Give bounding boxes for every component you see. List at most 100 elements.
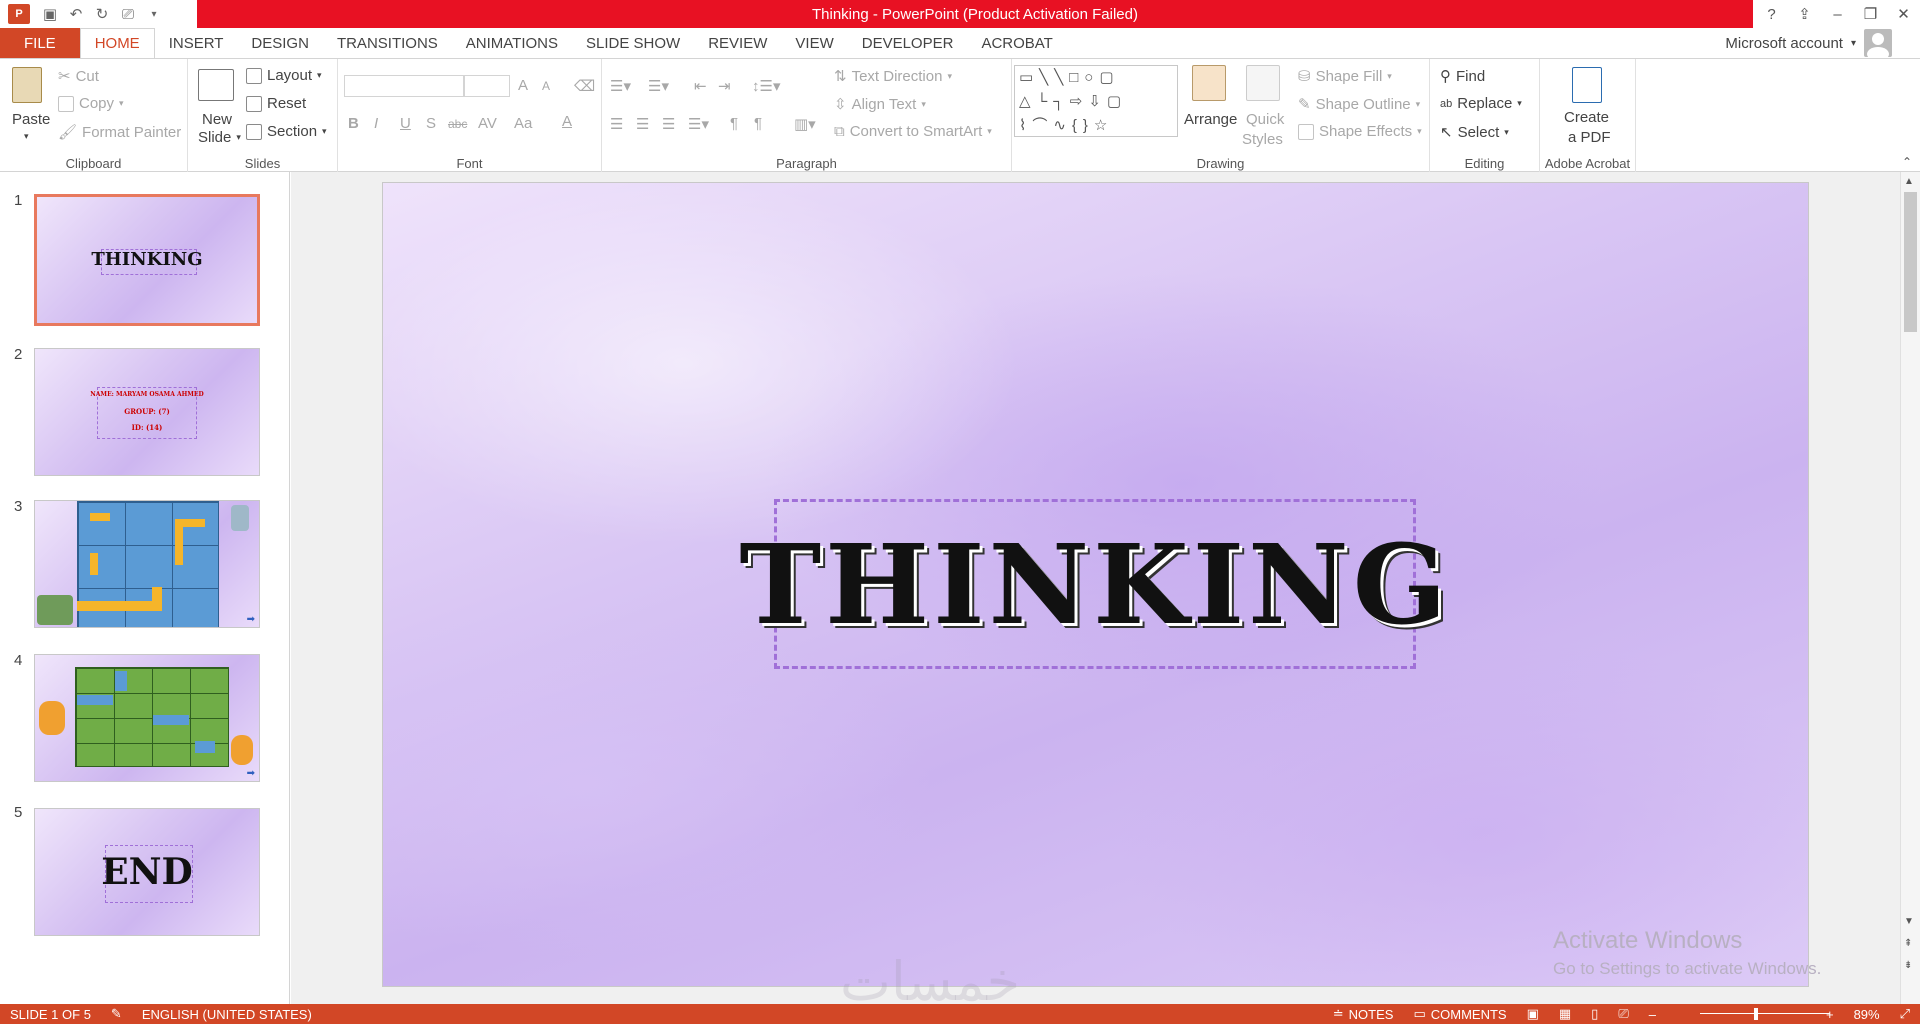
redo-icon[interactable]: ↻ — [90, 2, 114, 26]
justify-icon[interactable]: ☰▾ — [688, 115, 709, 133]
tab-file[interactable]: FILE — [0, 28, 80, 58]
select-button[interactable]: ↖ Select ▾ — [1440, 123, 1509, 142]
next-slide-icon[interactable]: ⇟ — [1904, 960, 1912, 971]
slideshow-view-icon[interactable]: ⎚ — [1608, 1006, 1638, 1022]
create-pdf-label[interactable]: a PDF — [1568, 129, 1611, 146]
paste-icon[interactable] — [12, 67, 42, 103]
quick-styles-icon[interactable] — [1246, 65, 1280, 101]
slide-thumbnail-1[interactable]: THINKING — [34, 194, 260, 326]
font-size-combo[interactable] — [464, 75, 510, 97]
start-slideshow-icon[interactable]: ⎚ — [116, 2, 140, 26]
font-name-combo[interactable] — [344, 75, 464, 97]
rtl-icon[interactable]: ¶ — [754, 115, 762, 132]
zoom-thumb[interactable] — [1754, 1008, 1758, 1020]
format-painter-button[interactable]: 🖌 Format Painter — [58, 123, 181, 142]
bullets-icon[interactable]: ☰▾ — [610, 77, 631, 95]
shape-fill-button[interactable]: ⛁ Shape Fill ▾ — [1298, 67, 1392, 86]
tab-home[interactable]: HOME — [79, 28, 155, 58]
notes-button[interactable]: ≐ NOTES — [1323, 1006, 1404, 1022]
slide-thumbnail-2[interactable]: NAME: MARYAM OSAMA AHMED GROUP: (7) ID: … — [34, 348, 260, 476]
grow-font-button[interactable]: A — [518, 77, 528, 94]
italic-button[interactable]: I — [374, 115, 378, 132]
slide-thumbnail-4[interactable]: ➡ — [34, 654, 260, 782]
spell-check-icon[interactable]: ✎ — [101, 1006, 132, 1022]
tab-animations[interactable]: ANIMATIONS — [452, 28, 572, 58]
vertical-scrollbar[interactable]: ▲ ▼ ⇞ ⇟ — [1900, 172, 1920, 1004]
reset-button[interactable]: Reset — [246, 95, 306, 112]
line-spacing-icon[interactable]: ↕☰▾ — [752, 77, 780, 95]
normal-view-icon[interactable]: ▣ — [1517, 1006, 1549, 1022]
decrease-indent-icon[interactable]: ⇤ — [694, 77, 707, 95]
account-label[interactable]: Microsoft account — [1725, 35, 1843, 52]
scroll-down-icon[interactable]: ▼ — [1904, 916, 1914, 927]
find-button[interactable]: ⚲ Find — [1440, 67, 1485, 86]
align-text-button[interactable]: ⇳ Align Text ▾ — [834, 95, 926, 114]
tab-design[interactable]: DESIGN — [237, 28, 323, 58]
scroll-up-icon[interactable]: ▲ — [1904, 176, 1914, 187]
layout-button[interactable]: Layout ▾ — [246, 67, 322, 84]
undo-icon[interactable]: ↶ — [64, 2, 88, 26]
tab-transitions[interactable]: TRANSITIONS — [323, 28, 452, 58]
ltr-icon[interactable]: ¶ — [730, 115, 738, 132]
font-color-button[interactable]: A — [562, 113, 572, 130]
tab-insert[interactable]: INSERT — [155, 28, 238, 58]
restore-button[interactable]: ❐ — [1854, 0, 1887, 28]
arrange-icon[interactable] — [1192, 65, 1226, 101]
close-button[interactable]: ✕ — [1887, 0, 1920, 28]
zoom-out-icon[interactable]: – — [1639, 1007, 1666, 1022]
slide-thumbnails-panel[interactable]: 1 THINKING 2 NAME: MARYAM OSAMA AHMED GR… — [0, 172, 290, 1004]
tab-acrobat[interactable]: ACROBAT — [967, 28, 1066, 58]
tab-slide-show[interactable]: SLIDE SHOW — [572, 28, 694, 58]
slide-thumbnail-3[interactable]: ➡ — [34, 500, 260, 628]
tab-developer[interactable]: DEVELOPER — [848, 28, 968, 58]
text-direction-button[interactable]: ⇅ Text Direction ▾ — [834, 67, 952, 86]
align-right-icon[interactable]: ☰ — [662, 115, 675, 133]
text-shadow-button[interactable]: S — [426, 115, 436, 132]
tab-review[interactable]: REVIEW — [694, 28, 781, 58]
help-button[interactable]: ? — [1755, 0, 1788, 28]
customize-qat-icon[interactable]: ▾ — [142, 2, 166, 26]
underline-button[interactable]: U — [400, 115, 411, 132]
avatar[interactable] — [1864, 29, 1892, 57]
minimize-button[interactable]: – — [1821, 0, 1854, 28]
slide-editor[interactable]: THINKING — [291, 172, 1900, 1004]
align-center-icon[interactable]: ☰ — [636, 115, 649, 133]
increase-indent-icon[interactable]: ⇥ — [718, 77, 731, 95]
copy-button[interactable]: Copy ▾ — [58, 95, 124, 112]
previous-slide-icon[interactable]: ⇞ — [1904, 938, 1912, 949]
replace-button[interactable]: ab Replace ▾ — [1440, 95, 1522, 112]
convert-smartart-button[interactable]: ⧉ Convert to SmartArt ▾ — [834, 123, 992, 140]
new-slide-label-2[interactable]: Slide ▾ — [198, 129, 241, 146]
language-indicator[interactable]: ENGLISH (UNITED STATES) — [132, 1007, 322, 1022]
pdf-icon[interactable] — [1572, 67, 1602, 103]
slide-thumbnail-5[interactable]: END — [34, 808, 260, 936]
zoom-level[interactable]: 89% — [1844, 1007, 1890, 1022]
arrange-button[interactable]: Arrange — [1184, 111, 1237, 128]
numbering-icon[interactable]: ☰▾ — [648, 77, 669, 95]
new-slide-icon[interactable] — [198, 69, 234, 101]
shrink-font-button[interactable]: A — [542, 79, 550, 93]
shape-outline-button[interactable]: ✎ Shape Outline ▾ — [1298, 95, 1420, 114]
tab-view[interactable]: VIEW — [781, 28, 847, 58]
account-area[interactable]: Microsoft account ▾ — [1725, 28, 1892, 58]
paste-button[interactable]: Paste — [12, 111, 50, 128]
shape-effects-button[interactable]: Shape Effects ▾ — [1298, 123, 1422, 140]
title-placeholder[interactable]: THINKING — [739, 499, 1447, 669]
paste-dropdown-icon[interactable]: ▾ — [24, 131, 29, 142]
columns-icon[interactable]: ▥▾ — [794, 115, 816, 133]
comments-button[interactable]: ▭ COMMENTS — [1403, 1006, 1516, 1022]
slide-sorter-icon[interactable]: ▦ — [1549, 1006, 1581, 1022]
strikethrough-button[interactable]: abc — [448, 117, 467, 131]
character-spacing-button[interactable]: AV — [478, 115, 497, 132]
quick-styles-label[interactable]: Styles — [1242, 131, 1283, 148]
section-button[interactable]: Section ▾ — [246, 123, 327, 140]
change-case-button[interactable]: Aa — [514, 115, 532, 132]
ribbon-display-options-icon[interactable]: ⇪ — [1788, 0, 1821, 28]
quick-styles-button[interactable]: Quick — [1246, 111, 1284, 128]
zoom-in-icon[interactable]: + — [1816, 1007, 1844, 1022]
fit-slide-icon[interactable]: ⤢ — [1890, 1006, 1920, 1022]
create-pdf-button[interactable]: Create — [1564, 109, 1609, 126]
save-icon[interactable]: ▣ — [38, 2, 62, 26]
scrollbar-thumb[interactable] — [1904, 192, 1917, 332]
reading-view-icon[interactable]: ▯ — [1581, 1006, 1608, 1022]
